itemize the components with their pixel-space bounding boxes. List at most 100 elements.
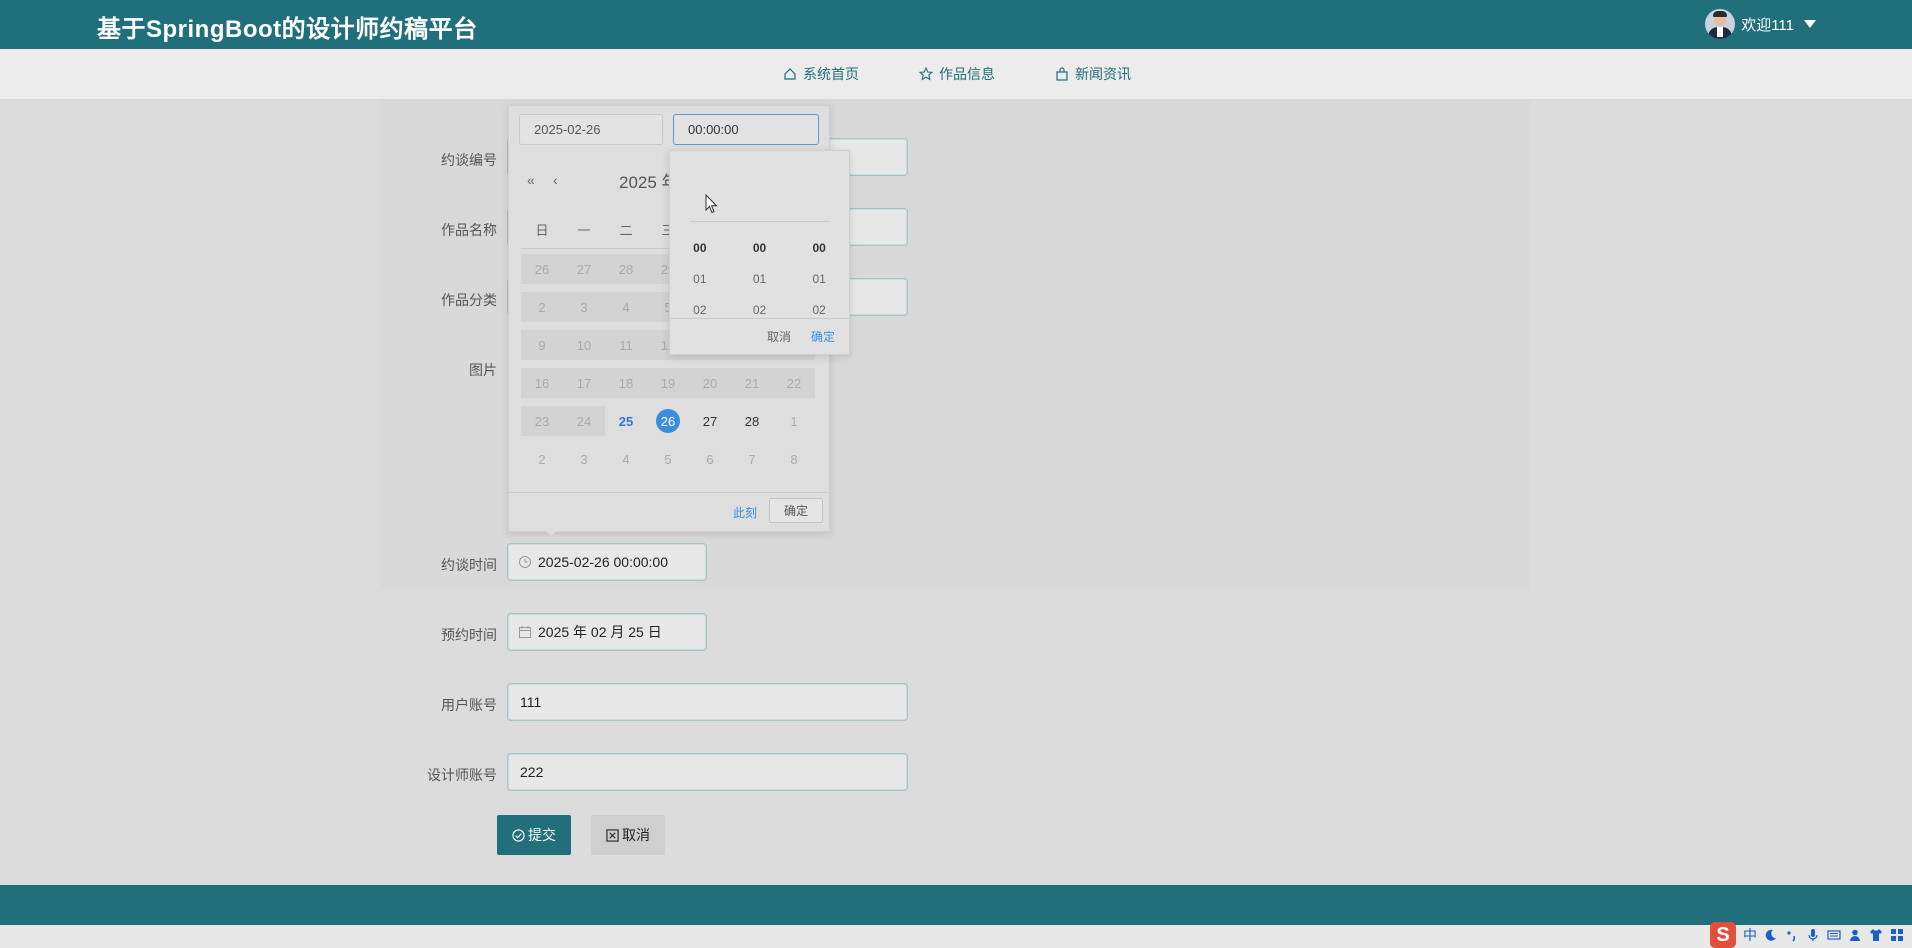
nav-item-news[interactable]: 新闻资讯 [1055, 64, 1131, 84]
day-cell[interactable]: 17 [563, 368, 605, 398]
day-cell[interactable]: 5 [647, 444, 689, 474]
caret-down-icon [1804, 20, 1816, 28]
cancel-button[interactable]: 取消 [591, 815, 665, 855]
clock-icon [519, 556, 531, 568]
day-cell[interactable]: 18 [605, 368, 647, 398]
submit-button[interactable]: 提交 [497, 815, 571, 855]
day-cell[interactable]: 3 [563, 444, 605, 474]
punctuation-icon[interactable] [1785, 928, 1799, 942]
site-title: 基于SpringBoot的设计师约稿平台 [97, 16, 478, 43]
day-cell[interactable]: 7 [731, 444, 773, 474]
user-account-field[interactable]: 111 [507, 683, 908, 721]
day-cell[interactable]: 2 [521, 292, 563, 322]
second-option[interactable]: 01 [813, 264, 826, 295]
picker-time-input[interactable]: 00:00:00 [673, 114, 819, 145]
day-cell[interactable]: 9 [521, 330, 563, 360]
day-cell[interactable]: 8 [773, 444, 815, 474]
bag-icon [1056, 67, 1068, 81]
day-cell[interactable]: 11 [605, 330, 647, 360]
day-cell[interactable]: 2 [521, 444, 563, 474]
designer-account-value: 222 [520, 764, 544, 780]
minute-option[interactable]: 00 [753, 233, 766, 264]
day-cell[interactable]: 28 [731, 406, 773, 436]
label-booking-time: 预约时间 [441, 627, 497, 643]
day-cell[interactable]: 21 [731, 368, 773, 398]
nav-item-home[interactable]: 系统首页 [783, 64, 859, 84]
day-cell[interactable]: 6 [689, 444, 731, 474]
picker-date-input[interactable]: 2025-02-26 [519, 114, 663, 145]
home-icon [784, 68, 796, 80]
time-cancel-button[interactable]: 取消 [767, 328, 791, 345]
day-cell[interactable]: 16 [521, 368, 563, 398]
day-cell[interactable]: 10 [563, 330, 605, 360]
booking-time-field[interactable]: 2025 年 02 月 25 日 [507, 613, 707, 651]
yuetan-time-value: 2025-02-26 00:00:00 [538, 554, 668, 570]
close-square-icon [606, 828, 619, 842]
prev-year-icon[interactable]: « [527, 172, 535, 188]
day-cell[interactable]: 1 [773, 406, 815, 436]
grid-menu-icon[interactable] [1890, 928, 1904, 942]
skin-shirt-icon[interactable] [1869, 928, 1883, 942]
weekday-label: 二 [619, 223, 633, 238]
day-cell[interactable]: 4 [605, 444, 647, 474]
second-option[interactable]: 00 [813, 233, 826, 264]
keyboard-icon[interactable] [1827, 928, 1841, 942]
calendar-icon [519, 626, 531, 638]
yuetan-time-field[interactable]: 2025-02-26 00:00:00 [507, 543, 707, 581]
picker-arrow [544, 529, 558, 536]
day-cell[interactable]: 27 [563, 254, 605, 284]
day-cell-selected[interactable]: 26 [647, 406, 689, 436]
divider [509, 492, 829, 493]
user-icon[interactable] [1848, 928, 1862, 942]
minute-option[interactable]: 01 [753, 264, 766, 295]
day-cell[interactable]: 19 [647, 368, 689, 398]
moon-icon[interactable] [1764, 928, 1778, 942]
designer-account-field[interactable]: 222 [507, 753, 908, 791]
microphone-icon[interactable] [1806, 928, 1820, 942]
check-circle-icon [512, 828, 525, 842]
day-cell-today[interactable]: 25 [605, 406, 647, 436]
label-designer-account: 设计师账号 [427, 767, 497, 783]
ime-toolbar[interactable]: S 中 [1710, 922, 1904, 948]
nav-item-works[interactable]: 作品信息 [919, 64, 995, 84]
booking-time-value: 2025 年 02 月 25 日 [538, 624, 662, 640]
label-work-name: 作品名称 [441, 222, 497, 238]
weekday-label: 一 [577, 223, 591, 238]
nav-item-label: 新闻资讯 [1075, 66, 1131, 82]
day-cell[interactable]: 24 [563, 406, 605, 436]
time-picker-panel: 00 01 02 00 01 02 00 01 02 取消 确定 [669, 150, 850, 355]
day-cell[interactable]: 20 [689, 368, 731, 398]
cancel-label: 取消 [622, 827, 650, 843]
day-cell[interactable]: 28 [605, 254, 647, 284]
second-option[interactable]: 02 [813, 295, 826, 326]
label-image: 图片 [469, 362, 497, 378]
hour-option[interactable]: 00 [693, 233, 706, 264]
weekday-label: 日 [535, 223, 549, 238]
day-cell[interactable]: 3 [563, 292, 605, 322]
minute-column[interactable]: 00 01 02 [730, 233, 790, 326]
footer [0, 885, 1912, 925]
time-confirm-button[interactable]: 确定 [811, 328, 835, 345]
label-user-account: 用户账号 [441, 697, 497, 713]
hour-option[interactable]: 01 [693, 264, 706, 295]
second-column[interactable]: 00 01 02 [789, 233, 849, 326]
hour-column[interactable]: 00 01 02 [670, 233, 730, 326]
picker-confirm-button[interactable]: 确定 [769, 498, 823, 523]
user-menu[interactable]: 欢迎111 [1705, 7, 1816, 41]
minute-option[interactable]: 02 [753, 295, 766, 326]
day-cell[interactable]: 23 [521, 406, 563, 436]
hour-option[interactable]: 02 [693, 295, 706, 326]
prev-month-icon[interactable]: ‹ [553, 172, 558, 188]
week-row: 23 24 25 26 27 28 1 [521, 406, 817, 436]
day-cell[interactable]: 26 [521, 254, 563, 284]
week-row: 16 17 18 19 20 21 22 [521, 368, 817, 398]
day-cell[interactable]: 22 [773, 368, 815, 398]
nav-item-label: 系统首页 [803, 66, 859, 82]
day-cell[interactable]: 4 [605, 292, 647, 322]
submit-label: 提交 [528, 827, 556, 843]
now-link[interactable]: 此刻 [733, 504, 757, 521]
star-icon [919, 67, 933, 81]
day-cell[interactable]: 27 [689, 406, 731, 436]
week-row: 2 3 4 5 6 7 8 [521, 444, 817, 474]
ime-mode-label[interactable]: 中 [1743, 925, 1757, 945]
